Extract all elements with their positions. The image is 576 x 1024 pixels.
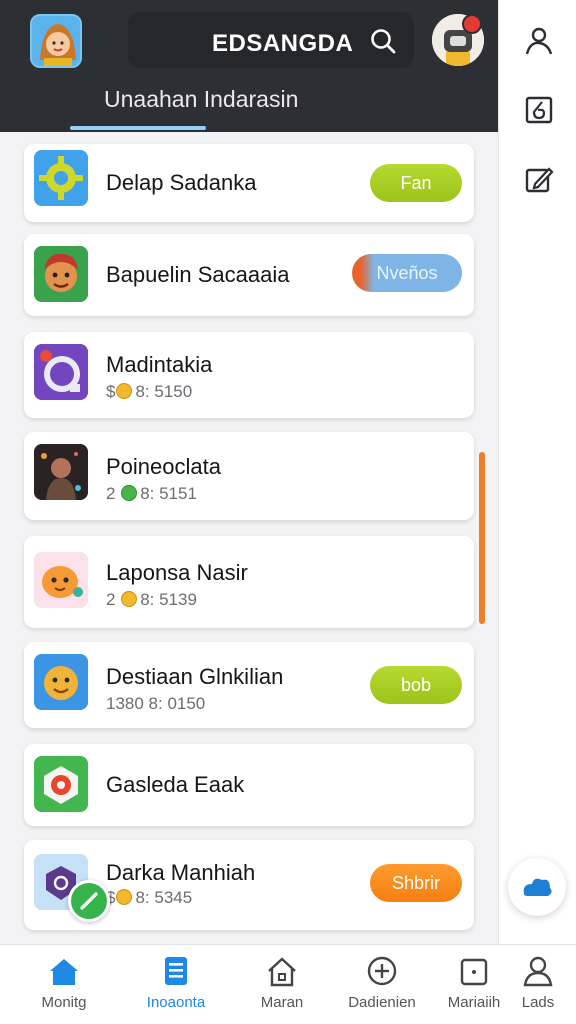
tab-subtitle[interactable]: Unaahan Indarasin xyxy=(104,86,298,113)
nav-label: Lads xyxy=(521,994,555,1011)
plus-circle-icon xyxy=(367,956,397,986)
cloud-fab-button[interactable] xyxy=(508,858,566,916)
check-edit-icon[interactable] xyxy=(68,880,110,922)
meta-value: 8: 5345 xyxy=(135,888,193,907)
meta-value: 8: 5151 xyxy=(140,484,197,503)
list-item[interactable]: Delap Sadanka Fan xyxy=(24,144,474,222)
nav-label: Dadienien xyxy=(348,994,416,1011)
list-item-meta: 2 8: 5151 xyxy=(106,484,197,504)
gear-icon xyxy=(34,150,88,206)
edit-icon[interactable] xyxy=(522,162,556,196)
notification-badge xyxy=(462,14,482,34)
list-item-title: Laponsa Nasir xyxy=(106,560,248,585)
list-item-title: Poineoclata xyxy=(106,454,221,479)
coin-icon xyxy=(121,591,138,607)
person-icon[interactable] xyxy=(522,24,556,58)
list-item-meta: $8: 5345 xyxy=(106,888,192,908)
nav-label: Inoaonta xyxy=(146,994,206,1011)
nav-maran[interactable]: Maran xyxy=(234,944,330,1024)
nav-label: Monitg xyxy=(41,994,87,1011)
tab-underline xyxy=(70,126,206,130)
list-item[interactable]: Gasleda Eaak xyxy=(24,744,474,826)
person-icon xyxy=(523,956,553,987)
right-rail xyxy=(498,0,576,944)
coin-icon xyxy=(121,485,138,501)
list-item-title: Gasleda Eaak xyxy=(106,772,245,797)
home-icon xyxy=(50,959,78,985)
list-item[interactable]: Madintakia $8: 5150 xyxy=(24,332,474,418)
list-item-action-button[interactable]: Shbrir xyxy=(370,864,462,902)
nav-documents[interactable]: Inoaonta xyxy=(128,944,224,1024)
list-item-action-button[interactable]: bob xyxy=(370,666,462,704)
house-outline-icon xyxy=(268,957,296,987)
nav-add[interactable]: Dadienien xyxy=(334,944,430,1024)
search-icon[interactable] xyxy=(368,26,398,56)
list-item-meta: 2 8: 5139 xyxy=(106,590,197,610)
coin-icon xyxy=(116,889,133,905)
list-item-title: Darka Manhiah xyxy=(106,860,256,885)
list-item-title: Bapuelin Sacaaaia xyxy=(106,262,290,287)
smiley-character-icon xyxy=(34,654,88,710)
header-title: EDSANGDA xyxy=(212,30,354,57)
meta-value: 8: 5150 xyxy=(135,382,193,401)
list-item[interactable]: Bapuelin Sacaaaia Nveños xyxy=(24,234,474,316)
list-item-meta: 1380 8: 0150 xyxy=(106,694,205,714)
list-item[interactable]: Laponsa Nasir 2 8: 5139 xyxy=(24,536,474,628)
nav-label: Maran xyxy=(260,994,304,1011)
list-item-action-button[interactable]: Nveños xyxy=(352,254,462,292)
list-item-title: Madintakia xyxy=(106,352,213,377)
list-item-action-button[interactable]: Fan xyxy=(370,164,462,202)
coin-icon xyxy=(116,383,133,399)
list-item[interactable]: Destiaan Glnkilian 1380 8: 0150 bob xyxy=(24,642,474,728)
list-item-title: Destiaan Glnkilian xyxy=(106,664,284,689)
cute-face-icon xyxy=(34,552,88,608)
list-item[interactable]: Poineoclata 2 8: 5151 xyxy=(24,432,474,520)
document-icon xyxy=(165,957,187,985)
scrollbar-thumb[interactable] xyxy=(479,452,485,624)
meta-value: 1380 8: 0150 xyxy=(106,694,206,713)
nav-home[interactable]: Monitg xyxy=(16,944,112,1024)
meta-prefix: $ xyxy=(106,382,116,401)
app-logo[interactable] xyxy=(30,14,82,68)
meta-prefix: 2 xyxy=(106,484,116,503)
number-tag-icon[interactable] xyxy=(522,92,556,126)
character-avatar-icon xyxy=(34,246,88,302)
calendar-icon xyxy=(460,958,488,986)
list-item-title: Delap Sadanka xyxy=(106,170,257,195)
ring-game-icon xyxy=(34,344,88,400)
meta-value: 8: 5139 xyxy=(140,590,197,609)
nav-profile[interactable]: Lads xyxy=(490,944,576,1024)
red-badge-icon xyxy=(34,756,88,812)
app-header: EDSANGDA Unaahan Indarasin xyxy=(0,0,498,132)
game-list: Delap Sadanka Fan Bapuelin Sacaaaia Nveñ… xyxy=(0,132,498,944)
meta-prefix: 2 xyxy=(106,590,116,609)
list-item-meta: $8: 5150 xyxy=(106,382,192,402)
hero-portrait-icon xyxy=(34,444,88,500)
